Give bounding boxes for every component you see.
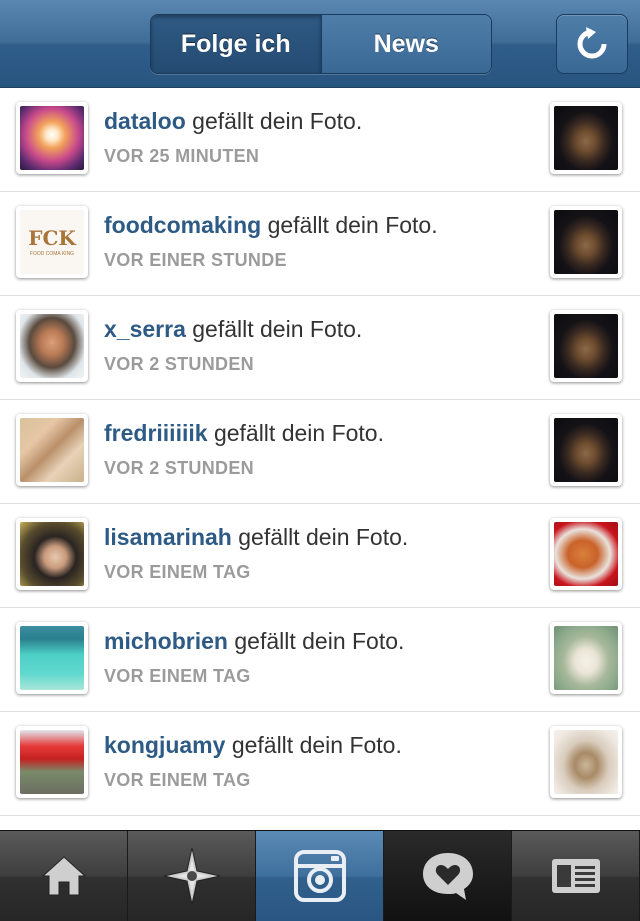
action-text: gefällt dein Foto. <box>234 628 405 654</box>
photo-thumbnail[interactable] <box>550 414 622 486</box>
tab-following[interactable]: Folge ich <box>151 15 322 73</box>
activity-text: dataloo gefällt dein Foto. <box>104 108 362 135</box>
timestamp: VOR EINEM TAG <box>104 666 251 686</box>
action-text: gefällt dein Foto. <box>192 108 363 134</box>
photo-thumbnail[interactable] <box>550 518 622 590</box>
avatar[interactable] <box>16 518 88 590</box>
activity-text: kongjuamy gefällt dein Foto. <box>104 732 402 759</box>
activity-text: foodcomaking gefällt dein Foto. <box>104 212 438 239</box>
timestamp: VOR 2 STUNDEN <box>104 354 254 374</box>
username-link[interactable]: michobrien <box>104 628 228 654</box>
activity-text: x_serra gefällt dein Foto. <box>104 316 362 343</box>
avatar[interactable] <box>16 622 88 694</box>
timestamp: VOR EINEM TAG <box>104 562 251 582</box>
avatar[interactable] <box>16 102 88 174</box>
timestamp: VOR 25 MINUTEN <box>104 146 260 166</box>
avatar-logo-subtext: FOOD COMA KING <box>29 250 75 257</box>
tab-profile[interactable] <box>512 831 640 921</box>
action-text: gefällt dein Foto. <box>231 732 402 758</box>
list-item[interactable]: michobrien gefällt dein Foto. VOR EINEM … <box>0 608 640 712</box>
photo-thumbnail[interactable] <box>550 206 622 278</box>
bottom-tab-bar <box>0 830 640 921</box>
timestamp: VOR EINEM TAG <box>104 770 251 790</box>
timestamp: VOR 2 STUNDEN <box>104 458 254 478</box>
username-link[interactable]: fredriiiiiik <box>104 420 208 446</box>
username-link[interactable]: dataloo <box>104 108 186 134</box>
activity-text: fredriiiiiik gefällt dein Foto. <box>104 420 384 447</box>
tab-news[interactable] <box>384 831 512 921</box>
tab-home[interactable] <box>0 831 128 921</box>
news-icon <box>422 853 473 900</box>
list-item[interactable]: fredriiiiiik gefällt dein Foto. VOR 2 ST… <box>0 400 640 504</box>
refresh-icon <box>577 27 607 59</box>
activity-list: dataloo gefällt dein Foto. VOR 25 MINUTE… <box>0 88 640 816</box>
username-link[interactable]: kongjuamy <box>104 732 225 758</box>
photo-thumbnail[interactable] <box>550 102 622 174</box>
camera-icon <box>293 850 346 902</box>
action-text: gefällt dein Foto. <box>213 420 384 446</box>
tab-camera[interactable] <box>256 831 384 921</box>
tab-explore[interactable] <box>128 831 256 921</box>
top-nav-bar: Folge ich News <box>0 0 640 88</box>
explore-icon <box>163 847 220 905</box>
tab-news[interactable]: News <box>321 15 491 73</box>
activity-text: lisamarinah gefällt dein Foto. <box>104 524 408 551</box>
avatar-logo-text: FCK <box>28 225 76 250</box>
photo-thumbnail[interactable] <box>550 622 622 694</box>
profile-icon <box>551 859 600 893</box>
list-item[interactable]: FCK FOOD COMA KING foodcomaking gefällt … <box>0 192 640 296</box>
avatar[interactable] <box>16 414 88 486</box>
username-link[interactable]: foodcomaking <box>104 212 261 238</box>
action-text: gefällt dein Foto. <box>267 212 438 238</box>
list-item[interactable]: lisamarinah gefällt dein Foto. VOR EINEM… <box>0 504 640 608</box>
feed-segmented-control: Folge ich News <box>150 14 492 74</box>
username-link[interactable]: lisamarinah <box>104 524 232 550</box>
action-text: gefällt dein Foto. <box>192 316 363 342</box>
list-item[interactable]: x_serra gefällt dein Foto. VOR 2 STUNDEN <box>0 296 640 400</box>
avatar[interactable]: FCK FOOD COMA KING <box>16 206 88 278</box>
photo-thumbnail[interactable] <box>550 726 622 798</box>
activity-text: michobrien gefällt dein Foto. <box>104 628 404 655</box>
username-link[interactable]: x_serra <box>104 316 186 342</box>
avatar[interactable] <box>16 726 88 798</box>
photo-thumbnail[interactable] <box>550 310 622 382</box>
timestamp: VOR EINER STUNDE <box>104 250 287 270</box>
home-icon <box>41 856 86 896</box>
list-item[interactable]: dataloo gefällt dein Foto. VOR 25 MINUTE… <box>0 88 640 192</box>
refresh-button[interactable] <box>556 14 628 74</box>
avatar[interactable] <box>16 310 88 382</box>
action-text: gefällt dein Foto. <box>238 524 409 550</box>
list-item[interactable]: kongjuamy gefällt dein Foto. VOR EINEM T… <box>0 712 640 816</box>
